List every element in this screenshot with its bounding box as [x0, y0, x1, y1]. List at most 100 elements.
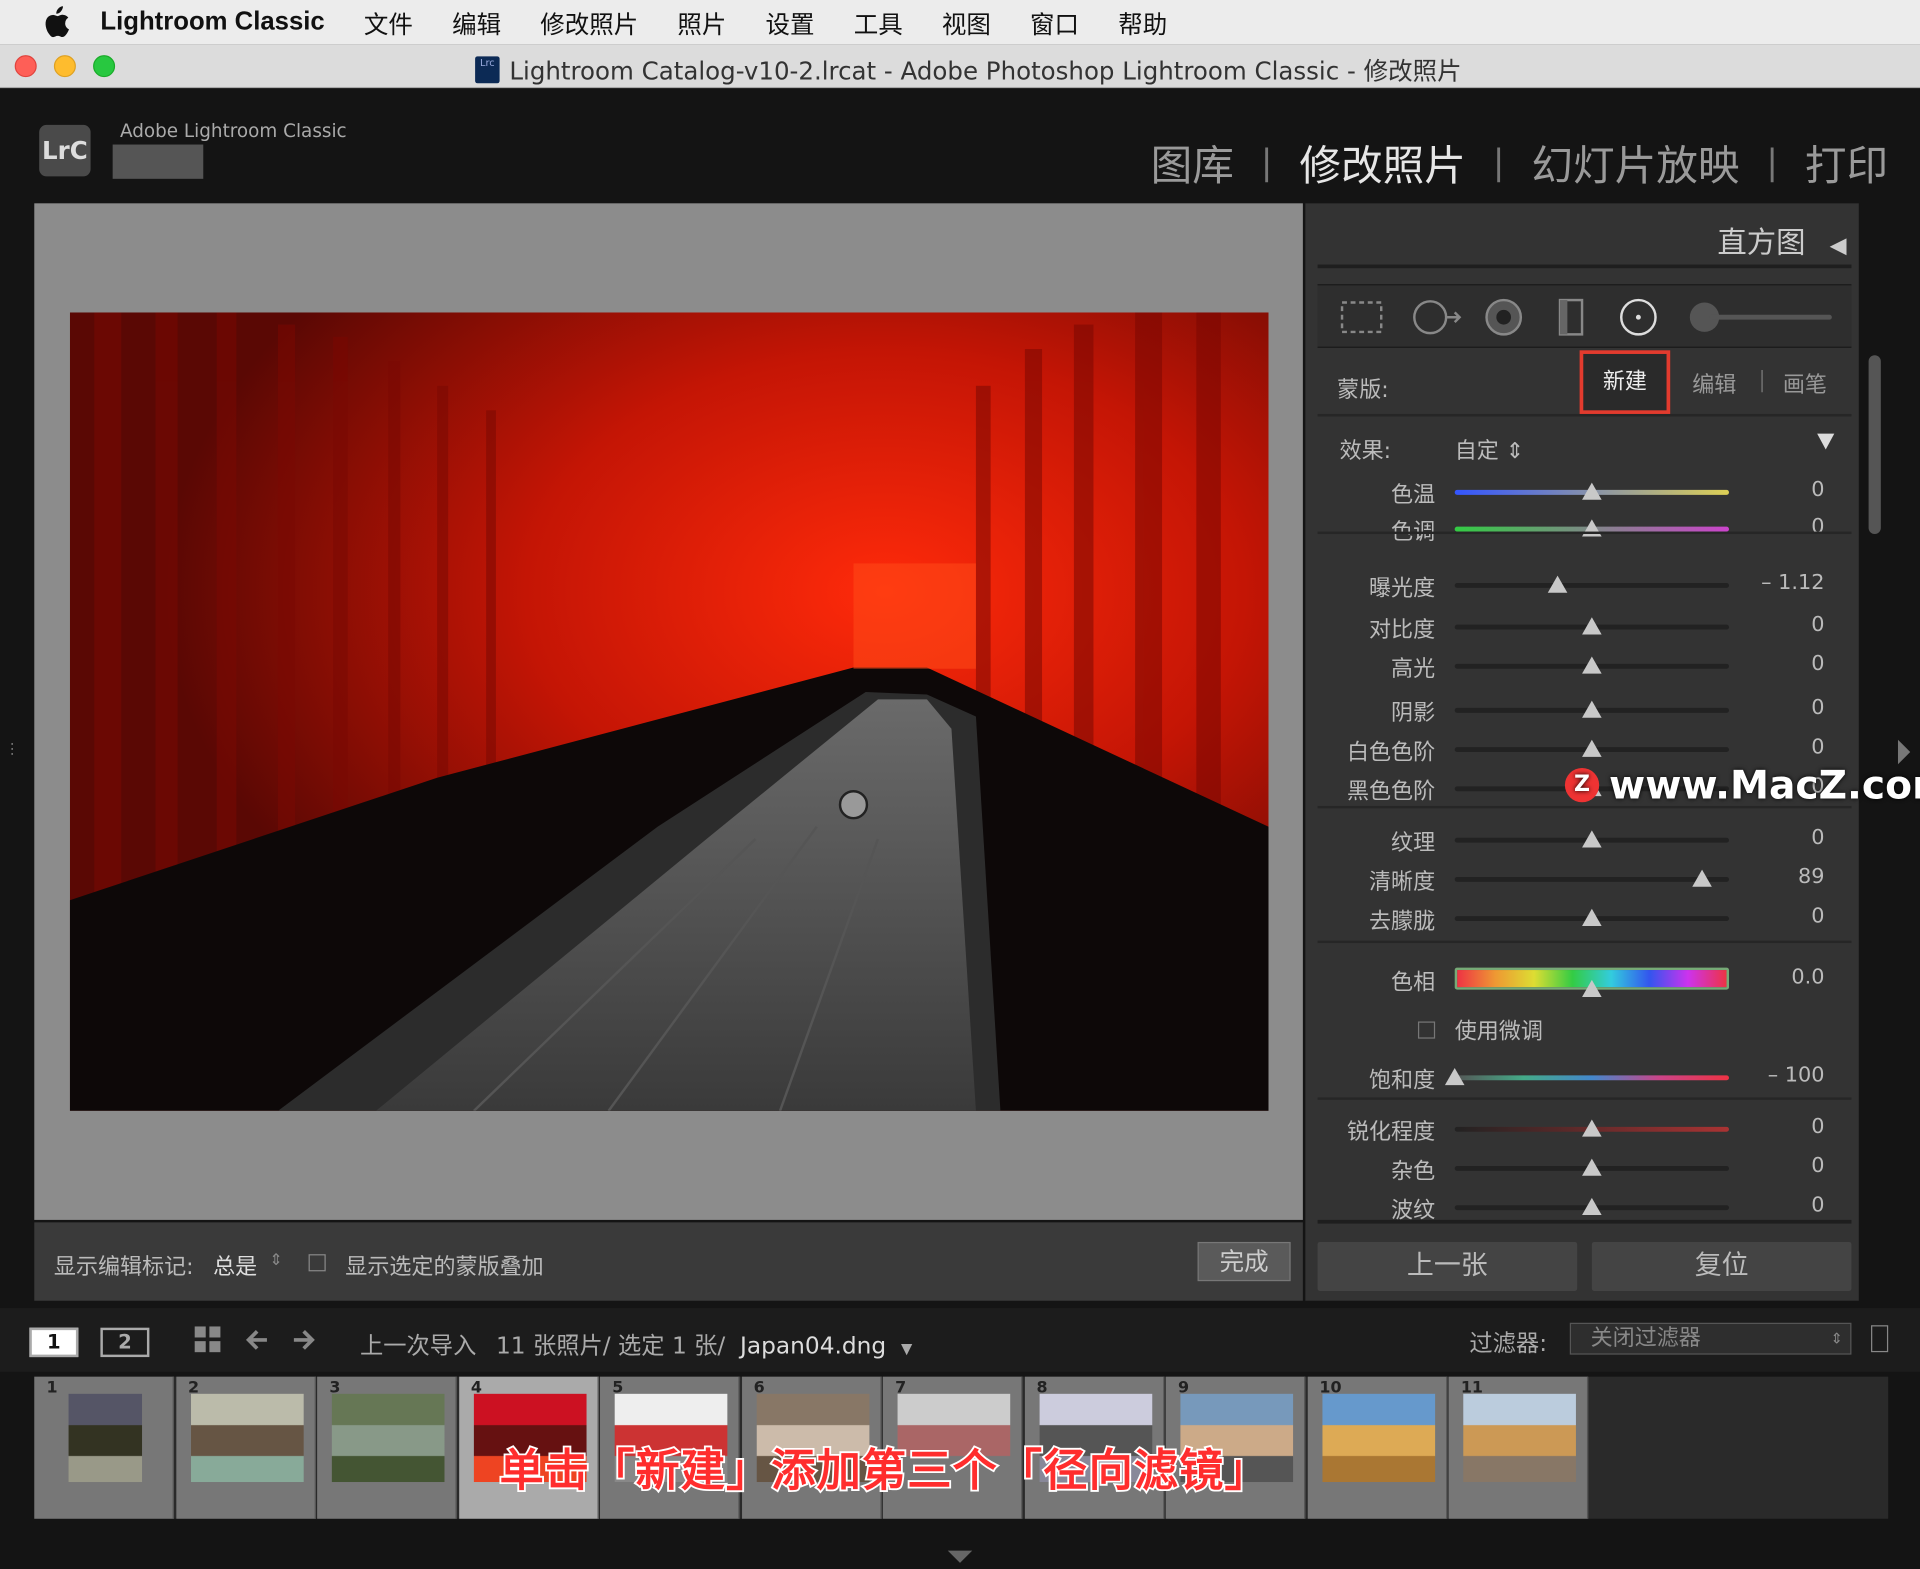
photo-count: 11 张照片/ 选定 1 张/: [495, 1332, 726, 1360]
menu-edit[interactable]: 编辑: [452, 4, 501, 40]
zoom-window-button[interactable]: [93, 55, 116, 78]
mask-overlay-checkbox[interactable]: [308, 1254, 326, 1272]
filter-lock-icon[interactable]: [1871, 1325, 1889, 1353]
filmstrip-thumbnail[interactable]: [1463, 1393, 1576, 1483]
filmstrip-source[interactable]: 上一次导入 11 张照片/ 选定 1 张/ Japan04.dng ▼: [360, 1328, 912, 1361]
crop-icon[interactable]: [1337, 298, 1386, 337]
slider-value[interactable]: 89: [1798, 865, 1824, 889]
slider-value[interactable]: 0: [1811, 826, 1824, 850]
slider-thumb[interactable]: [1582, 1119, 1602, 1137]
brush-mask-button[interactable]: 画笔: [1783, 367, 1827, 399]
slider-thumb[interactable]: [1582, 739, 1602, 757]
graduated-filter-icon[interactable]: [1553, 298, 1590, 337]
collapse-triangle-icon[interactable]: ◀: [1830, 233, 1847, 259]
slider-value[interactable]: 0: [1811, 612, 1824, 636]
slider-value[interactable]: 0: [1811, 514, 1824, 538]
slider-value[interactable]: – 1.12: [1761, 571, 1824, 595]
slider-thumb[interactable]: [1582, 830, 1602, 848]
menu-tools[interactable]: 工具: [854, 4, 903, 40]
left-panel-toggle-icon[interactable]: ⋮: [5, 740, 20, 764]
module-library[interactable]: 图库: [1151, 132, 1234, 192]
filmstrip-cell[interactable]: 11: [1448, 1376, 1589, 1519]
done-button[interactable]: 完成: [1197, 1241, 1291, 1282]
reset-button[interactable]: 复位: [1591, 1241, 1852, 1291]
bottom-panel-toggle-icon[interactable]: [947, 1550, 973, 1563]
filmstrip-thumbnail[interactable]: [190, 1393, 304, 1483]
red-eye-icon[interactable]: [1482, 298, 1526, 337]
apple-icon[interactable]: [34, 0, 78, 44]
slider-thumb[interactable]: [1582, 908, 1602, 926]
menu-view[interactable]: 视图: [942, 4, 991, 40]
menu-file[interactable]: 文件: [364, 4, 413, 40]
fine-adjust-checkbox[interactable]: [1417, 1021, 1436, 1039]
slider-thumb[interactable]: [1444, 1068, 1465, 1086]
brush-slider-icon[interactable]: [1685, 298, 1837, 337]
filter-select[interactable]: 关闭过滤器 ⇕: [1569, 1322, 1852, 1355]
slider-track[interactable]: [1454, 583, 1729, 588]
slider-track[interactable]: [1454, 1075, 1729, 1081]
slider-thumb[interactable]: [1582, 1158, 1602, 1176]
main-photo[interactable]: [69, 312, 1269, 1111]
slider-value[interactable]: 0: [1811, 735, 1824, 759]
slider-track[interactable]: [1454, 876, 1729, 882]
chevron-down-icon[interactable]: ▼: [901, 1340, 912, 1357]
radial-filter-pin[interactable]: [838, 789, 869, 820]
slider-thumb[interactable]: [1547, 575, 1568, 593]
effect-select[interactable]: 自定 ⇕: [1455, 434, 1525, 466]
slider-thumb[interactable]: [1582, 1197, 1602, 1216]
slider-thumb[interactable]: [1582, 656, 1602, 674]
slider-value[interactable]: – 100: [1768, 1063, 1825, 1087]
panel-scrollbar[interactable]: [1868, 355, 1881, 535]
close-window-button[interactable]: [14, 55, 37, 78]
filmstrip-thumbnail[interactable]: [331, 1393, 445, 1483]
slider-row: 饱和度 – 100: [1318, 1061, 1852, 1095]
back-arrow-icon[interactable]: [242, 1325, 271, 1354]
filmstrip-thumbnail[interactable]: [1321, 1393, 1435, 1483]
app-menu[interactable]: Lightroom Classic: [100, 7, 324, 36]
slider-value[interactable]: 0: [1811, 652, 1824, 676]
histogram-header[interactable]: 直方图 ◀: [1717, 218, 1846, 261]
spot-removal-icon[interactable]: [1408, 298, 1464, 337]
mask-overlay-label: 显示选定的蒙版叠加: [345, 1254, 544, 1280]
edit-mask-button[interactable]: 编辑: [1692, 367, 1736, 399]
module-develop[interactable]: 修改照片: [1299, 132, 1466, 192]
module-slideshow[interactable]: 幻灯片放映: [1531, 132, 1739, 192]
previous-button[interactable]: 上一张: [1317, 1241, 1578, 1291]
slider-value[interactable]: 0: [1811, 1154, 1824, 1178]
menu-help[interactable]: 帮助: [1118, 4, 1167, 40]
slider-thumb[interactable]: [1582, 979, 1602, 997]
filmstrip-thumbnail[interactable]: [68, 1393, 143, 1483]
menu-develop[interactable]: 修改照片: [540, 4, 638, 40]
effect-menu-triangle-icon[interactable]: [1817, 433, 1835, 450]
primary-window-button[interactable]: 1: [29, 1327, 79, 1358]
filmstrip-cell[interactable]: 1: [34, 1376, 174, 1519]
slider-thumb[interactable]: [1691, 869, 1712, 887]
grid-icon[interactable]: [193, 1325, 222, 1354]
slider-value[interactable]: 0: [1811, 904, 1824, 928]
forward-arrow-icon[interactable]: [289, 1325, 318, 1354]
right-panel-toggle-icon[interactable]: [1897, 739, 1911, 765]
filmstrip-cell[interactable]: 2: [175, 1376, 316, 1519]
menu-window[interactable]: 窗口: [1030, 4, 1079, 40]
minimize-window-button[interactable]: [53, 55, 76, 78]
identity-plate: LrC Adobe Lightroom Classic 图库 | 修改照片 | …: [0, 88, 1920, 199]
filmstrip-cell[interactable]: 10: [1307, 1376, 1447, 1519]
new-mask-button[interactable]: 新建: [1579, 350, 1671, 414]
slider-thumb[interactable]: [1582, 617, 1602, 635]
slider-thumb[interactable]: [1582, 482, 1602, 500]
slider-value[interactable]: 0: [1811, 478, 1824, 502]
slider-value[interactable]: 0.0: [1791, 965, 1824, 989]
slider-thumb[interactable]: [1582, 700, 1602, 718]
filmstrip-cell[interactable]: 3: [317, 1376, 457, 1519]
menu-settings[interactable]: 设置: [766, 4, 815, 40]
slider-label: 阴影: [1391, 700, 1436, 727]
slider-value[interactable]: 0: [1811, 1193, 1824, 1217]
photo-viewer[interactable]: [34, 203, 1303, 1220]
slider-value[interactable]: 0: [1811, 696, 1824, 720]
secondary-window-button[interactable]: 2: [100, 1327, 150, 1358]
show-edit-pins-select[interactable]: 总是: [213, 1249, 257, 1281]
menu-photo[interactable]: 照片: [677, 4, 726, 40]
slider-value[interactable]: 0: [1811, 1115, 1824, 1139]
module-print[interactable]: 打印: [1805, 132, 1888, 192]
radial-filter-icon[interactable]: [1616, 298, 1660, 337]
